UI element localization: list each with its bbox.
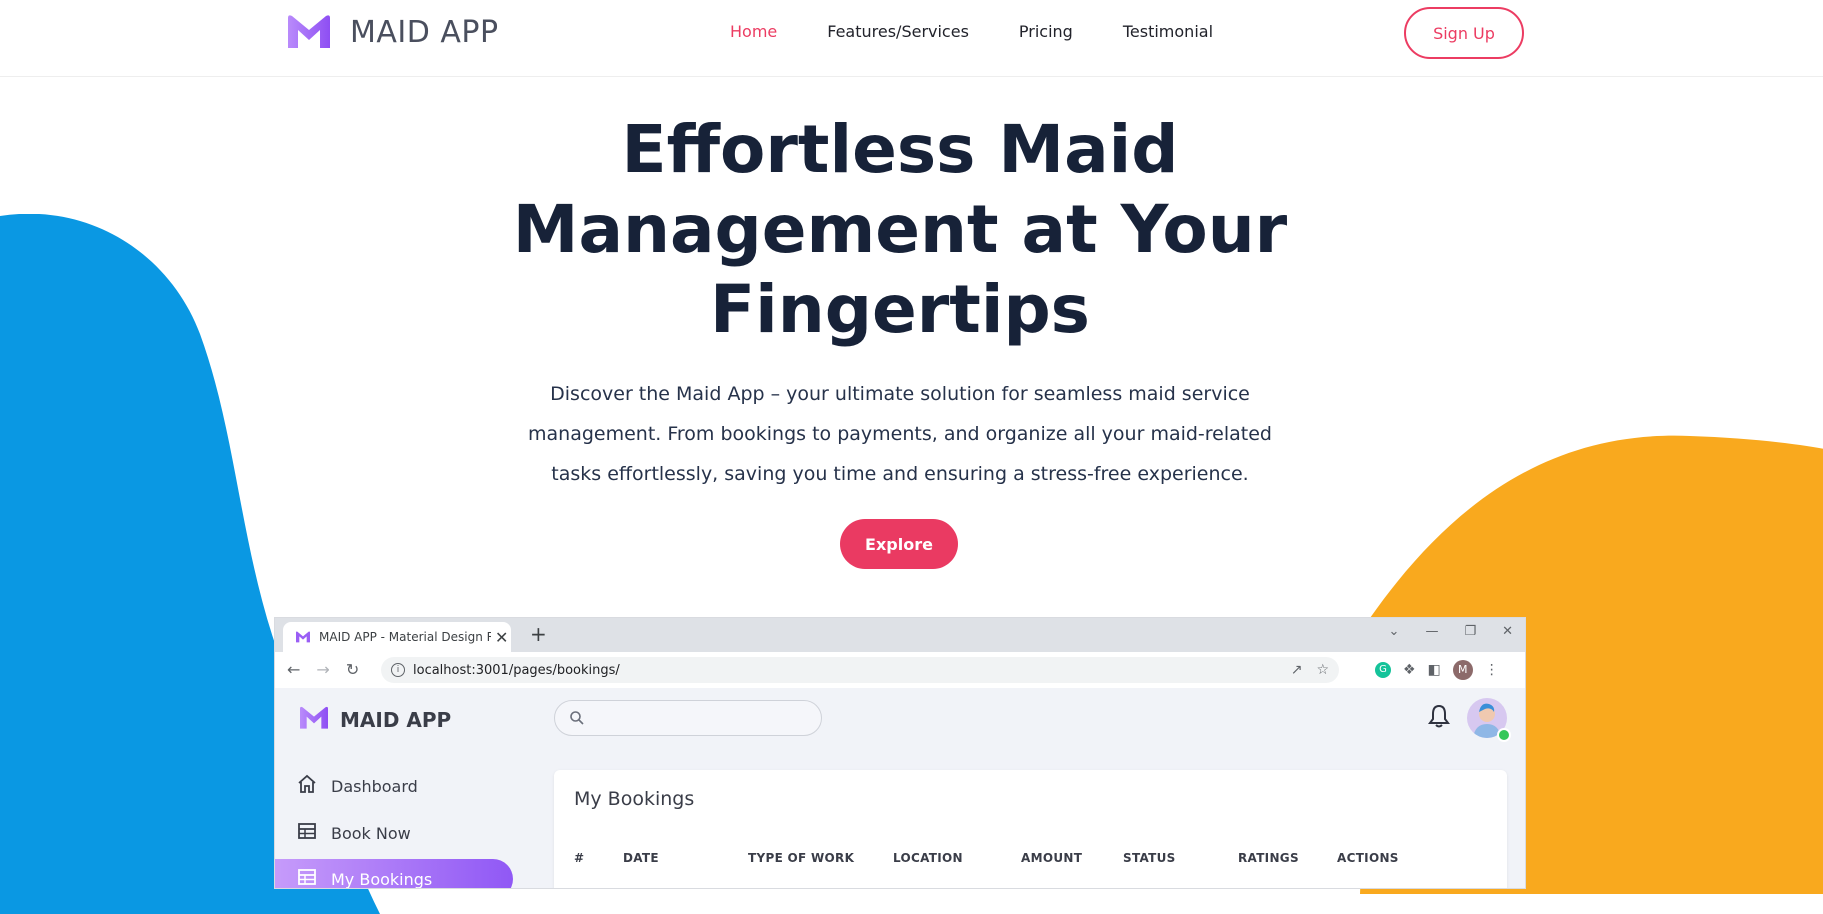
- sign-up-button[interactable]: Sign Up: [1404, 7, 1524, 59]
- url-text: localhost:3001/pages/bookings/: [413, 662, 620, 678]
- tab-title: MAID APP - Material Design Rea: [319, 630, 491, 644]
- main-nav: Home Features/Services Pricing Testimoni…: [730, 22, 1263, 41]
- bookmark-star-icon[interactable]: ☆: [1316, 662, 1329, 678]
- column-header-location: LOCATION: [893, 851, 963, 865]
- site-logo[interactable]: MAID APP: [286, 14, 499, 50]
- nav-home[interactable]: Home: [730, 22, 777, 41]
- url-field[interactable]: i localhost:3001/pages/bookings/ ↗ ☆: [381, 657, 1339, 683]
- back-arrow-icon[interactable]: ←: [287, 660, 300, 679]
- maid-app-logo-icon: [286, 14, 332, 50]
- browser-tab[interactable]: MAID APP - Material Design Rea ✕: [283, 622, 511, 652]
- browser-tab-bar: MAID APP - Material Design Rea ✕ + ⌄ — ❐…: [275, 618, 1525, 652]
- column-header-date: DATE: [623, 851, 659, 865]
- search-icon: [569, 710, 585, 730]
- column-header-number: #: [574, 851, 585, 865]
- sidebar-item-book-now[interactable]: Book Now: [297, 821, 411, 845]
- hero-title: Effortless Maid Management at Your Finge…: [512, 111, 1288, 348]
- restore-icon[interactable]: ❐: [1464, 624, 1476, 639]
- sidebar-item-dashboard[interactable]: Dashboard: [297, 774, 418, 798]
- card-title: My Bookings: [574, 788, 695, 810]
- app-logo-icon: [298, 706, 330, 734]
- tab-search-icon[interactable]: ⌄: [1389, 624, 1400, 639]
- sidebar-item-my-bookings[interactable]: My Bookings: [275, 859, 513, 888]
- browser-address-bar: ← → ↻ i localhost:3001/pages/bookings/ ↗…: [275, 652, 1525, 689]
- app-brand-name: MAID APP: [340, 708, 452, 732]
- sidebar-item-label: My Bookings: [331, 869, 433, 889]
- column-header-actions: ACTIONS: [1337, 851, 1399, 865]
- nav-pricing[interactable]: Pricing: [1019, 22, 1073, 41]
- bookings-card: My Bookings # DATE TYPE OF WORK LOCATION…: [554, 770, 1507, 888]
- side-panel-icon[interactable]: ◧: [1428, 662, 1441, 678]
- nav-features[interactable]: Features/Services: [827, 22, 969, 41]
- table-icon: [297, 867, 317, 888]
- table-icon: [297, 821, 317, 845]
- forward-arrow-icon[interactable]: →: [316, 660, 329, 679]
- tab-close-icon[interactable]: ✕: [495, 628, 508, 647]
- grammarly-extension-icon[interactable]: G: [1375, 662, 1391, 678]
- omnibox-actions: ↗ ☆: [1291, 662, 1329, 678]
- reload-icon[interactable]: ↻: [346, 660, 359, 679]
- column-header-status: STATUS: [1123, 851, 1176, 865]
- column-header-type-of-work: TYPE OF WORK: [748, 851, 855, 865]
- site-header: MAID APP Home Features/Services Pricing …: [0, 0, 1823, 77]
- home-icon: [297, 774, 317, 798]
- browser-profile-avatar[interactable]: M: [1452, 660, 1473, 680]
- online-status-dot: [1497, 728, 1511, 742]
- app-logo[interactable]: MAID APP: [298, 706, 451, 734]
- share-icon[interactable]: ↗: [1291, 662, 1303, 678]
- extension-icons: G ❖ ◧ M ⋮: [1375, 660, 1499, 680]
- extensions-puzzle-icon[interactable]: ❖: [1403, 662, 1416, 678]
- new-tab-icon[interactable]: +: [530, 622, 547, 646]
- maid-app-dashboard: MAID APP Dashboard Book Now My Bookings …: [275, 688, 1525, 888]
- app-preview-browser: MAID APP - Material Design Rea ✕ + ⌄ — ❐…: [275, 618, 1525, 888]
- site-info-icon[interactable]: i: [391, 663, 405, 677]
- browser-nav-buttons: ← → ↻: [287, 660, 359, 679]
- column-header-ratings: RATINGS: [1238, 851, 1299, 865]
- notification-bell-icon[interactable]: [1428, 704, 1450, 732]
- window-close-icon[interactable]: ✕: [1502, 624, 1513, 639]
- tab-favicon-icon: [295, 631, 311, 643]
- sidebar-item-label: Book Now: [331, 823, 411, 843]
- browser-menu-icon[interactable]: ⋮: [1485, 662, 1499, 678]
- minimize-icon[interactable]: —: [1425, 624, 1438, 639]
- window-controls: ⌄ — ❐ ✕: [1389, 624, 1513, 639]
- explore-button[interactable]: Explore: [840, 519, 958, 569]
- column-header-amount: AMOUNT: [1021, 851, 1083, 865]
- nav-testimonial[interactable]: Testimonial: [1123, 22, 1213, 41]
- brand-name: MAID APP: [350, 14, 499, 50]
- app-search-input[interactable]: [554, 700, 822, 736]
- hero-description: Discover the Maid App – your ultimate so…: [528, 383, 1272, 485]
- sidebar-item-label: Dashboard: [331, 776, 418, 796]
